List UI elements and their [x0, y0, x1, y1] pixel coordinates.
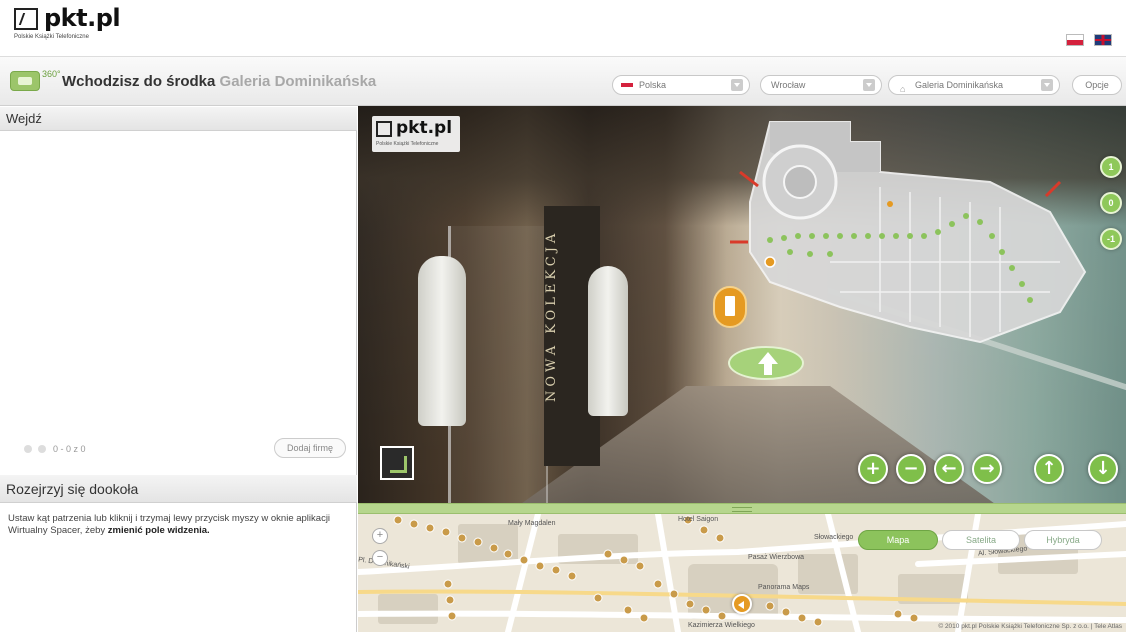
look-desc-bold: zmienić pole widzenia.	[107, 525, 210, 536]
prev-page-icon[interactable]	[24, 444, 32, 453]
level-minus1-button[interactable]: -1	[1100, 228, 1122, 250]
street-map[interactable]: Pl. Dominikański Słowackiego Al. Słowack…	[358, 514, 1126, 632]
options-button[interactable]: Opcje	[1072, 75, 1122, 95]
floor-plan-map	[730, 121, 1087, 344]
street-label: Kazimierza Wielkiego	[688, 622, 755, 629]
map-type-satellite-button[interactable]: Satelita	[942, 530, 1020, 550]
chevron-down-icon	[1041, 79, 1053, 91]
enter-heading: Wejdź	[0, 107, 357, 131]
zoom-out-button[interactable]: −	[896, 454, 926, 484]
top-bar: pkt.pl Polskie Książki Telefoniczne	[0, 0, 1126, 52]
company-pager: 0 - 0 z 0	[24, 443, 86, 454]
rotate-left-button[interactable]: ←	[934, 454, 964, 484]
look-around-heading: Rozejrzyj się dookoła	[0, 475, 357, 503]
left-panel: Wejdź 0 - 0 z 0 Dodaj firmę Rozejrzyj si…	[0, 107, 357, 632]
street-label: Panorama Maps	[758, 584, 810, 591]
map-copyright: © 2010 pkt.pl Polskie Książki Telefonicz…	[938, 623, 1122, 630]
walk-forward-arrow-icon[interactable]	[728, 346, 804, 380]
place-select[interactable]: ⌂ Galeria Dominikańska	[888, 75, 1060, 95]
city-select-value: Wrocław	[771, 80, 806, 90]
street-label: Słowackiego	[814, 534, 854, 541]
store-entrance-hotspot-icon[interactable]	[713, 286, 747, 328]
city-select[interactable]: Wrocław	[760, 75, 882, 95]
english-flag-icon[interactable]	[1094, 34, 1112, 46]
pano-logo-tagline: Polskie Książki Telefoniczne	[376, 141, 439, 147]
logo-text: pkt.pl	[44, 4, 121, 32]
current-position-marker-icon[interactable]	[732, 594, 752, 614]
place-select-value: Galeria Dominikańska	[915, 80, 1004, 90]
map-zoom-out-button[interactable]: −	[372, 550, 388, 566]
logo-tagline: Polskie Książki Telefoniczne	[14, 34, 89, 40]
logo-mark-icon	[376, 121, 392, 137]
location-header: 360° Wchodzisz do środka Galeria Dominik…	[0, 56, 1126, 106]
add-company-button[interactable]: Dodaj firmę	[274, 438, 346, 458]
pano-mannequin	[418, 256, 466, 426]
next-page-icon[interactable]	[37, 444, 46, 453]
pano-mannequin	[588, 266, 628, 416]
move-back-button[interactable]: ↓	[1088, 454, 1118, 484]
panorama-360-label: 360°	[42, 69, 61, 79]
zoom-in-button[interactable]: +	[858, 454, 888, 484]
chevron-down-icon	[863, 79, 875, 91]
street-label: Hotel Saigon	[678, 516, 719, 523]
pkt-logo[interactable]: pkt.pl Polskie Książki Telefoniczne	[14, 4, 144, 42]
map-type-switcher: Mapa Satelita Hybryda	[858, 530, 1102, 550]
location-pin-icon: ⌂	[900, 84, 906, 94]
title-prefix: Wchodzisz do środka	[62, 73, 216, 90]
page-title: Wchodzisz do środka Galeria Dominikańska	[62, 73, 376, 90]
street-label: Mały Magdalen	[508, 520, 556, 527]
panorama-360-icon	[10, 71, 40, 91]
floor-plan-overlay[interactable]	[730, 112, 1090, 352]
pano-logo-text: pkt.pl	[396, 118, 453, 138]
level-0-button[interactable]: 0	[1100, 192, 1122, 214]
map-type-hybrid-button[interactable]: Hybryda	[1024, 530, 1102, 550]
chevron-down-icon	[731, 79, 743, 91]
rotate-right-button[interactable]: →	[972, 454, 1002, 484]
pano-watermark-logo: pkt.pl Polskie Książki Telefoniczne	[372, 116, 460, 152]
map-type-map-button[interactable]: Mapa	[858, 530, 938, 550]
logo-mark-icon	[14, 8, 38, 30]
country-flag-icon	[621, 83, 633, 87]
country-select-value: Polska	[639, 80, 667, 90]
pager-count: 0 - 0 z 0	[53, 443, 86, 454]
street-label: Pasaż Wierzbowa	[748, 554, 805, 561]
country-select[interactable]: Polska	[612, 75, 750, 95]
move-forward-button[interactable]: ↑	[1034, 454, 1064, 484]
title-place: Galeria Dominikańska	[219, 73, 377, 90]
map-zoom-in-button[interactable]: +	[372, 528, 388, 544]
polish-flag-icon[interactable]	[1066, 34, 1084, 46]
panorama-viewer[interactable]: NOWA KOLEKCJA pkt.pl Polskie Książki Tel…	[358, 106, 1126, 503]
level-1-button[interactable]: 1	[1100, 156, 1122, 178]
fullscreen-button[interactable]	[380, 446, 414, 480]
look-around-description: Ustaw kąt patrzenia lub kliknij i trzyma…	[8, 513, 338, 537]
resize-handle[interactable]	[358, 503, 1126, 514]
